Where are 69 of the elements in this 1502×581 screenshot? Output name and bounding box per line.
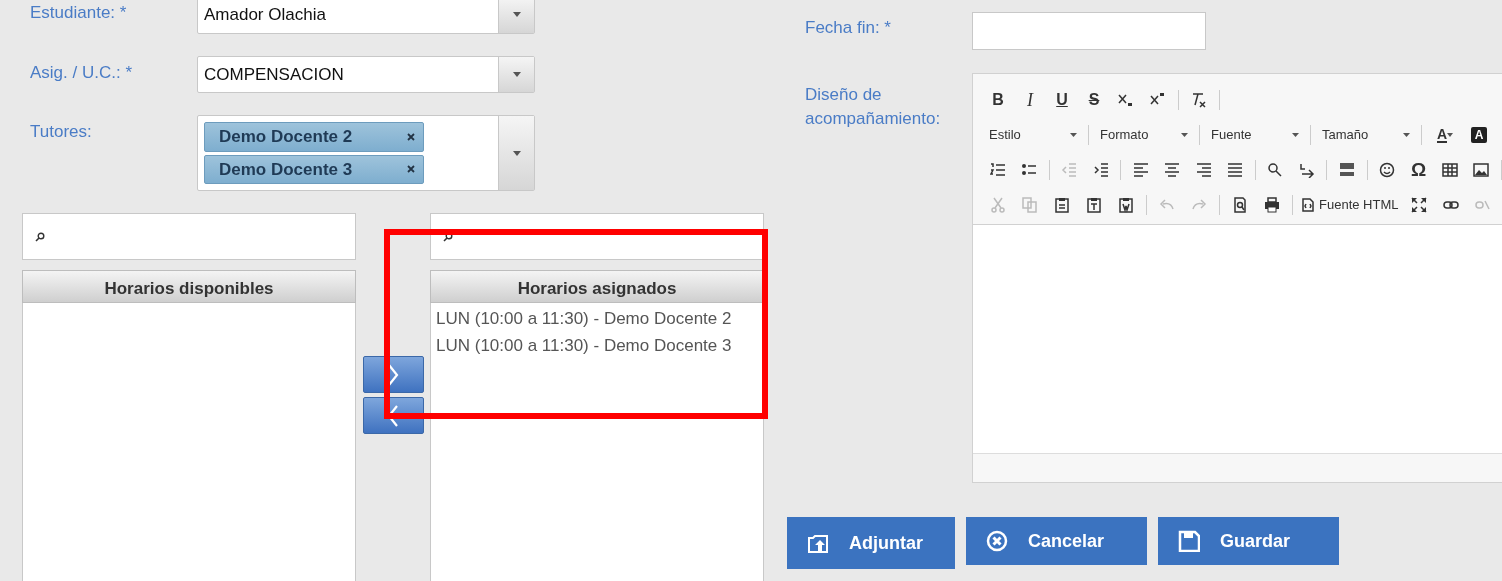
list-header: Horarios disponibles: [22, 270, 356, 303]
preview-icon[interactable]: [1232, 196, 1248, 213]
align-left-icon[interactable]: [1133, 161, 1149, 178]
text-color-button[interactable]: A: [1427, 121, 1463, 148]
caret-icon: [1447, 132, 1454, 137]
style-dropdown[interactable]: Fuente: [1205, 121, 1305, 148]
move-right-button[interactable]: [362, 356, 424, 393]
format-button[interactable]: Ω: [1404, 156, 1434, 183]
paste-word-icon[interactable]: [1118, 196, 1134, 213]
action-button[interactable]: Adjuntar: [787, 517, 955, 569]
style-dropdown[interactable]: Estilo: [983, 121, 1083, 148]
print-icon[interactable]: [1264, 196, 1280, 213]
format-button[interactable]: S: [1079, 86, 1109, 113]
clear-format-icon[interactable]: [1191, 91, 1207, 108]
replace-icon[interactable]: [1298, 161, 1315, 178]
multiselect-field[interactable]: Demo Docente 2 Demo Docente 3: [197, 115, 535, 191]
search-icon: [35, 231, 45, 242]
format-button[interactable]: A: [1471, 126, 1487, 143]
caret-icon[interactable]: [512, 150, 521, 156]
search-icon[interactable]: [1267, 161, 1284, 178]
remove-icon[interactable]: [407, 132, 415, 141]
maximize-icon[interactable]: [1411, 196, 1428, 213]
caret-icon: [1292, 132, 1299, 137]
caret-icon: [1181, 132, 1188, 137]
list-header: Horarios asignados: [430, 270, 764, 303]
source-button[interactable]: Fuente HTML: [1298, 191, 1403, 218]
list-item[interactable]: LUN (10:00 a 11:30) - Demo Docente 3: [436, 334, 758, 357]
caret-icon: [1070, 132, 1077, 137]
select-field[interactable]: COMPENSACION: [197, 55, 535, 93]
list-item[interactable]: LUN (10:00 a 11:30) - Demo Docente 2: [436, 307, 758, 330]
field-label: Diseño de acompañamiento:: [805, 84, 942, 130]
action-button[interactable]: Cancelar: [966, 517, 1147, 565]
search-field[interactable]: [22, 213, 356, 260]
field-label: Asig. / U.C.: *: [30, 61, 134, 84]
date-field[interactable]: [972, 12, 1206, 50]
justify-icon[interactable]: [1227, 161, 1244, 178]
select-field[interactable]: Amador Olachia: [197, 0, 535, 34]
save-icon: [1178, 530, 1200, 552]
align-right-icon[interactable]: [1195, 161, 1212, 178]
align-center-icon[interactable]: [1164, 161, 1181, 178]
field-label: Tutores:: [30, 121, 93, 143]
paste-text-icon[interactable]: [1086, 196, 1102, 213]
caret-icon[interactable]: [512, 12, 521, 18]
tag-chip[interactable]: Demo Docente 2: [204, 122, 424, 152]
caret-icon: [1403, 132, 1410, 137]
chevron-left-icon: [387, 404, 399, 427]
page-break-icon[interactable]: [1339, 161, 1356, 178]
cancel-icon: [986, 530, 1008, 552]
style-dropdown[interactable]: Formato: [1094, 121, 1194, 148]
tag-chip[interactable]: Demo Docente 3: [204, 154, 424, 184]
format-button[interactable]: U: [1047, 86, 1077, 113]
action-button[interactable]: Guardar: [1158, 517, 1339, 565]
smiley-icon[interactable]: [1379, 161, 1396, 178]
format-button[interactable]: B: [983, 86, 1013, 113]
page-icon: [1302, 197, 1314, 212]
numbered-list-icon[interactable]: [989, 161, 1006, 178]
indent-icon[interactable]: [1092, 161, 1109, 178]
bullet-list-icon[interactable]: [1021, 161, 1037, 178]
style-dropdown[interactable]: Tamaño: [1316, 121, 1416, 148]
remove-icon[interactable]: [407, 165, 415, 174]
paste-icon[interactable]: [1054, 196, 1070, 213]
chevron-right-icon: [387, 363, 399, 386]
field-label: Fecha fin: *: [805, 17, 892, 39]
caret-icon[interactable]: [512, 71, 521, 77]
field-label: Estudiante: *: [30, 2, 128, 24]
attach-icon: [807, 532, 829, 554]
image-icon[interactable]: [1473, 161, 1490, 178]
table-icon[interactable]: [1442, 161, 1459, 178]
format-button[interactable]: I: [1015, 86, 1045, 113]
